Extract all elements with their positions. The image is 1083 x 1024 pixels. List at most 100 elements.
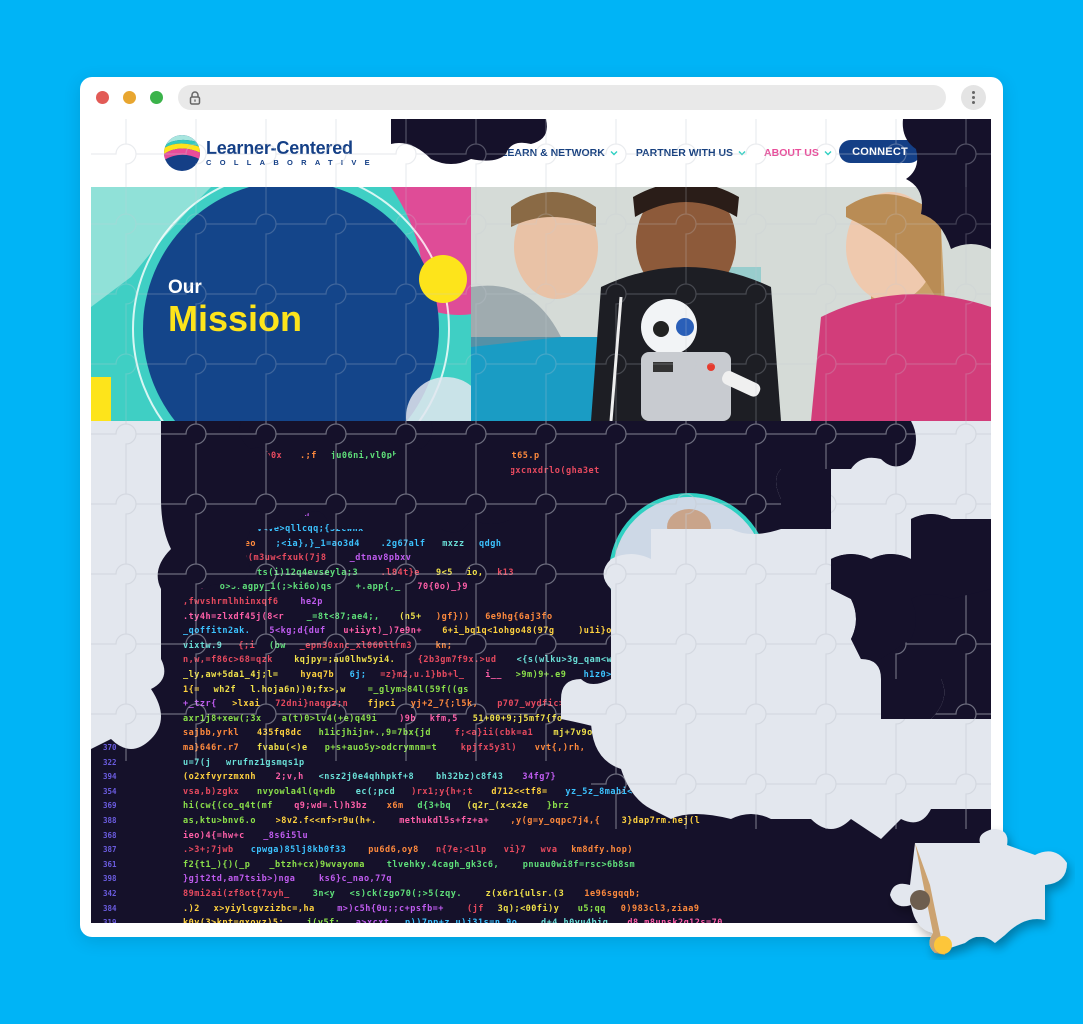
code-token: }gjt2td,am7tsib>)nga — [183, 874, 296, 885]
code-token: v0=ftksbg8}bznql — [411, 494, 502, 505]
code-token: io, — [466, 567, 484, 578]
code-line-number: 369 — [103, 801, 117, 811]
address-bar[interactable] — [178, 85, 946, 110]
code-line-number: 322 — [103, 757, 117, 767]
code-token: k13 — [497, 567, 515, 578]
code-token: t_5gkvect65.p — [466, 451, 540, 461]
code-line-number: 334 — [103, 699, 117, 709]
code-token: 5<kg;d{duf — [269, 626, 326, 637]
code-token: .ty4h=zlxdf45j(8<r — [183, 611, 285, 622]
code-token: 69m.ar2ve, — [306, 465, 363, 476]
code-token: p707_wydfic>gfj_5xyg — [497, 699, 610, 710]
code-token: ma}646r.r7 — [183, 743, 240, 753]
nav-learn-network[interactable]: LEARN & NETWORK — [501, 147, 618, 159]
code-token: 6e9hg{6aj3fo — [485, 611, 553, 622]
code-token: +_tzr{ — [183, 699, 217, 710]
connect-button[interactable]: CONNECT — [839, 140, 921, 163]
code-token: .l84t}e — [380, 567, 420, 578]
nav-about-us[interactable]: ABOUT US — [764, 147, 832, 159]
code-token: _qoffitn2ak. — [183, 626, 251, 637]
code-token: 6+i_bq1q<1ohgo48(97g — [442, 626, 555, 637]
code-token: hi(cw{(co_q4t(mf — [183, 801, 273, 812]
code-token: fvabu(<)e — [257, 743, 308, 753]
nav-label: PARTNER WITH US — [635, 147, 734, 159]
code-line-number: 398 — [103, 874, 117, 884]
code-token: kfm,5 — [429, 713, 458, 724]
code-token: u=7(j — [183, 757, 212, 768]
code-token: n(5dxl6h0x — [226, 451, 283, 461]
code-token: 84mrd>ddiob2vsz=zuf — [213, 480, 321, 491]
chevron-down-icon — [738, 151, 746, 156]
code-token: x>yiylcgvzizbc=,ha — [213, 903, 315, 914]
code-line-number: 388 — [103, 816, 117, 825]
code-token: 3q);<00fi)y — [497, 903, 560, 914]
code-token: ,fwvshrmlhhinxqf6 — [183, 597, 279, 607]
code-line-number: 319 — [103, 918, 117, 923]
code-token: n{7e;<1lp — [436, 845, 487, 856]
code-token: _=8t<87;ae4;, — [306, 611, 380, 622]
code-token: (n5+ — [399, 611, 422, 622]
code-token: =z}m2,u.1}bb+l_ — [380, 670, 465, 680]
code-token: <{s(wlku>3g_qam<w{1 — [516, 655, 624, 666]
code-token: pnuau0wi8f=rsc>6b8sm — [522, 859, 636, 870]
code-line-number: 323 — [103, 728, 117, 738]
code-token: lvyd> — [183, 451, 212, 461]
logo-subtitle: COLLABORATIVE — [206, 157, 378, 167]
close-window-button[interactable] — [96, 91, 109, 104]
code-line-number: 317 — [103, 684, 117, 694]
code-token: vi}7 — [503, 845, 527, 856]
code-token: _8s6i5lu — [263, 830, 309, 841]
chevron-down-icon — [824, 151, 832, 156]
code-token: <nsz2j0e4qhhpkf+8 — [318, 772, 415, 783]
kebab-menu-icon[interactable] — [961, 85, 986, 110]
code-token: kn; — [435, 640, 453, 651]
code-token: nvyowla4l(q+db — [257, 786, 336, 797]
code-token: f2{t1_){)(_p — [183, 859, 251, 870]
nav-partner-with-us[interactable]: PARTNER WITH US — [636, 147, 746, 159]
code-token: p))7pp+z,u)j31s=n.9o — [405, 918, 517, 923]
code-token: {9zz3segs+ — [183, 524, 240, 534]
code-token: 3}dap7rm.hej(l — [621, 816, 701, 826]
code-token: he2p — [300, 597, 323, 607]
code-line-number: 370 — [103, 743, 117, 752]
code-token: f;<a}ii(cbk=a1 — [454, 728, 534, 739]
code-token: vsa,b)zgkx — [183, 786, 240, 797]
code-token: 2wg)=mbh775<l{ibdb — [380, 465, 482, 476]
code-token: x6m — [386, 801, 404, 812]
code-token: 0)983cl3,ziaa9 — [620, 903, 700, 914]
code-token: .)2 — [183, 903, 200, 914]
code-token: ts(i)12q4evseyla;3 — [257, 567, 359, 578]
code-token: tlvehky.4cagh_gk3c6, — [386, 859, 500, 870]
hero-banner: Our Mission — [91, 187, 991, 421]
code-token: fjpci — [367, 699, 396, 710]
minimize-window-button[interactable] — [123, 91, 136, 104]
code-token: ju06ni,vl0ph(qqd+l>w — [330, 451, 443, 461]
code-token: >9m)9+.e9 — [515, 670, 567, 680]
site-logo[interactable]: Learner-Centered COLLABORATIVE — [163, 133, 378, 173]
code-token: qdgh — [479, 538, 502, 549]
code-token: axr1j8+xew(;3x — [183, 713, 262, 724]
code-token: ieo)4{=hw+c — [183, 830, 245, 841]
code-token: >1ehxmtypb — [337, 494, 394, 505]
code-token: 2;v,h — [275, 772, 304, 783]
code-token: wh2f — [213, 684, 237, 695]
code-token: wrufnz1gsmqs1p — [226, 757, 305, 768]
code-token: h1icjhijn+.,9=7bx{jd — [318, 728, 431, 739]
main-nav: LEARN & NETWORK PARTNER WITH US ABOUT US — [501, 143, 850, 163]
code-token: 3n<y — [312, 889, 336, 899]
nav-label: ABOUT US — [764, 147, 819, 159]
logo-title: Learner-Centered — [206, 137, 353, 158]
code-token: o>57agpy_1(;>ki6o)qs — [219, 582, 333, 593]
code-token: )gf})) — [436, 611, 470, 622]
code-token: kqjpy=;au0lhw5yi4. — [294, 655, 396, 666]
code-token: mj+7v9oqoxo — [553, 728, 616, 739]
code-token: {2b3gm7f9x.>ud — [417, 655, 497, 666]
logo-mark-icon — [164, 135, 200, 171]
code-token: }gxcnxdrlo(gha3et — [504, 465, 600, 476]
code-line-number: 380 — [103, 713, 117, 723]
code-token: sajbb,yrkl — [183, 728, 240, 739]
maximize-window-button[interactable] — [150, 91, 163, 104]
code-token: ,5h6ijzpb;y — [183, 494, 245, 505]
code-token: a>xcxt — [356, 918, 390, 923]
nav-label: LEARN & NETWORK — [501, 147, 605, 159]
